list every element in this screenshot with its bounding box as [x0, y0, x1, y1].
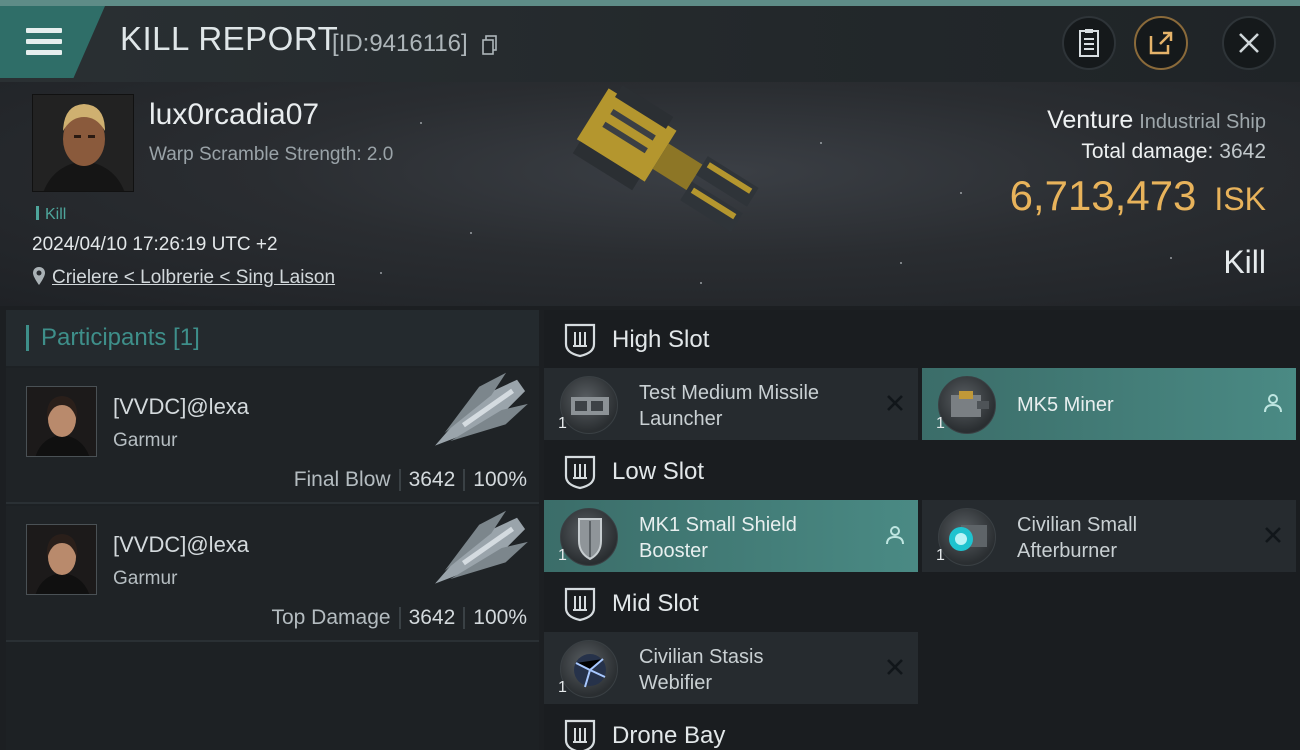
module-item[interactable]: 1 MK1 Small Shield Booster [544, 500, 918, 572]
participant-row[interactable]: [VVDC]@lexa Garmur Final Blow 3642 100% [6, 368, 539, 504]
total-damage-value: 3642 [1219, 140, 1266, 163]
ship-name[interactable]: Venture [1047, 106, 1133, 134]
module-name: Test Medium Missile Launcher [639, 382, 820, 430]
slot-shield-icon [564, 455, 596, 490]
missile-launcher-icon [560, 376, 618, 434]
participants-header: Participants [1] [6, 310, 539, 366]
close-button[interactable] [1222, 16, 1276, 70]
slot-shield-icon [564, 719, 596, 750]
person-icon [886, 526, 904, 545]
module-item[interactable]: 1 Civilian Stasis Webifier [544, 632, 918, 704]
module-item[interactable]: 1 Test Medium Missile Launcher [544, 368, 918, 440]
total-damage-label: Total damage: [1081, 140, 1214, 163]
kill-summary: lux0rcadia07 Warp Scramble Strength: 2.0… [0, 82, 1300, 306]
slot-shield-icon [564, 587, 596, 622]
combat-log-button[interactable] [1062, 16, 1116, 70]
result-label: Kill [1223, 244, 1266, 280]
destroyed-x-icon [1265, 527, 1281, 543]
ship-class: Industrial Ship [1139, 111, 1266, 133]
victim-portrait[interactable] [32, 94, 134, 192]
participant-role: Top Damage [271, 606, 391, 629]
participant-ship: Garmur [113, 568, 178, 589]
shield-booster-icon [560, 508, 618, 566]
location-pin-icon [33, 267, 45, 285]
high-slot-title: High Slot [612, 326, 710, 353]
slot-shield-icon [564, 323, 596, 358]
module-name: Civilian Small Afterburner [1017, 514, 1138, 562]
participant-avatar[interactable] [26, 386, 97, 457]
participants-panel: Participants [1] [VVDC]@lexa Garmur Fina… [6, 310, 539, 750]
module-quantity: 1 [936, 547, 945, 564]
participant-role: Final Blow [293, 468, 391, 491]
location-link[interactable]: Crielere < Lolbrerie < Sing Laison [52, 267, 335, 288]
participant-ship-image [435, 510, 528, 584]
participant-row[interactable]: [VVDC]@lexa Garmur Top Damage 3642 100% [6, 506, 539, 642]
total-damage: Total damage: 3642 [1081, 140, 1266, 164]
clipboard-icon [1079, 29, 1099, 57]
participant-stats: Final Blow 3642 100% [294, 468, 527, 492]
fitting-panel: High Slot 1 Test Medium Missile Launcher … [544, 310, 1300, 750]
participant-avatar[interactable] [26, 524, 97, 595]
copy-icon[interactable] [482, 35, 498, 55]
mid-slot-header: Mid Slot [544, 576, 1300, 632]
page-title: KILL REPORT [120, 20, 339, 57]
share-icon [1149, 31, 1173, 55]
module-item[interactable]: 1 Civilian Small Afterburner [922, 500, 1296, 572]
miner-icon [938, 376, 996, 434]
destroyed-x-icon [887, 659, 903, 675]
low-slot-header: Low Slot [544, 444, 1300, 500]
kill-datetime: 2024/04/10 17:26:19 UTC +2 [32, 234, 278, 255]
participant-name[interactable]: [VVDC]@lexa [113, 532, 249, 558]
module-quantity: 1 [558, 679, 567, 696]
participant-name[interactable]: [VVDC]@lexa [113, 394, 249, 420]
mid-slot-title: Mid Slot [612, 590, 699, 617]
report-id: [ID:9416116] [332, 30, 468, 57]
participant-stats: Top Damage 3642 100% [271, 606, 527, 630]
module-quantity: 1 [936, 415, 945, 432]
high-slot-header: High Slot [544, 312, 1300, 368]
participant-percent: 100% [473, 606, 527, 629]
participant-damage: 3642 [408, 468, 456, 491]
module-name: Civilian Stasis Webifier [639, 646, 764, 694]
destroyed-x-icon [887, 395, 903, 411]
share-button[interactable] [1134, 16, 1188, 70]
kill-location[interactable]: Crielere < Lolbrerie < Sing Laison [32, 266, 335, 289]
module-quantity: 1 [558, 547, 567, 564]
person-icon [1264, 394, 1282, 413]
victim-ship-image [572, 86, 759, 233]
participant-percent: 100% [473, 468, 527, 491]
drone-bay-title: Drone Bay [612, 722, 726, 749]
close-icon [1239, 33, 1259, 53]
victim-ship: Venture Industrial Ship [1047, 106, 1266, 135]
module-name: MK5 Miner [1017, 394, 1114, 416]
low-slot-title: Low Slot [612, 458, 705, 485]
drone-bay-header: Drone Bay [544, 708, 1300, 750]
victim-pilot-name[interactable]: lux0rcadia07 [149, 98, 319, 132]
participant-ship-image [435, 372, 528, 446]
afterburner-icon [938, 508, 996, 566]
hamburger-icon [26, 28, 62, 58]
kill-tag: Kill [36, 206, 66, 224]
participant-damage: 3642 [408, 606, 456, 629]
module-item[interactable]: 1 MK5 Miner [922, 368, 1296, 440]
module-quantity: 1 [558, 415, 567, 432]
warp-scramble-strength: Warp Scramble Strength: 2.0 [149, 144, 394, 165]
isk-unit: ISK [1214, 181, 1266, 217]
isk-value: 6,713,473 ISK [1010, 172, 1266, 220]
stasis-webifier-icon [560, 640, 618, 698]
module-name: MK1 Small Shield Booster [639, 514, 797, 562]
isk-amount: 6,713,473 [1009, 172, 1197, 219]
participant-ship: Garmur [113, 430, 178, 451]
